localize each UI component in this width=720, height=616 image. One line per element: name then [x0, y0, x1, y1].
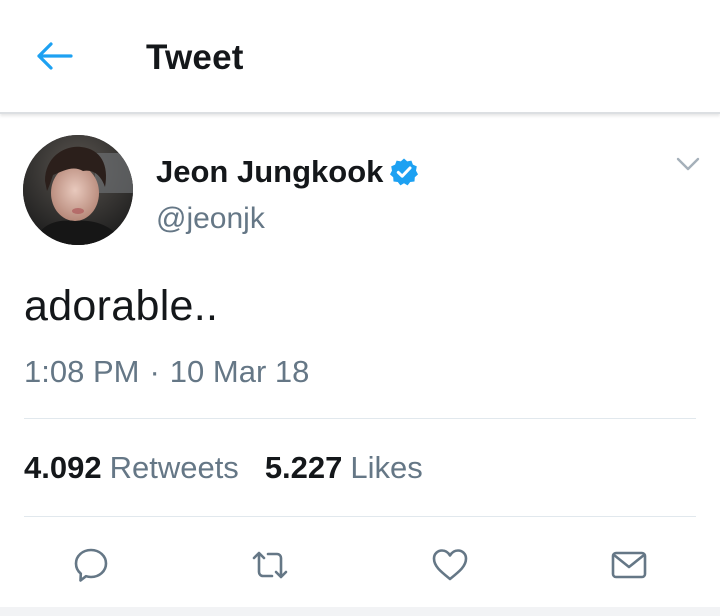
- share-button[interactable]: [609, 545, 649, 585]
- author-name-row[interactable]: Jeon Jungkook: [156, 151, 419, 193]
- tweet-time: 1:08 PM: [24, 354, 140, 389]
- retweets-count: 4.092: [24, 450, 102, 485]
- retweet-button[interactable]: [250, 545, 290, 585]
- like-button[interactable]: [430, 545, 470, 585]
- arrow-left-icon: [37, 42, 73, 70]
- reply-button[interactable]: [71, 545, 111, 585]
- retweet-icon: [252, 551, 288, 579]
- divider: [24, 418, 696, 419]
- tweet-timestamp: 1:08 PM · 10 Mar 18: [24, 352, 309, 392]
- avatar-image: [23, 135, 133, 245]
- verified-badge-icon: [389, 157, 419, 187]
- envelope-icon: [611, 551, 647, 579]
- likes-count: 5.227: [264, 450, 343, 485]
- tweet-stats: 4.092 Retweets 5.227 Likes: [24, 448, 423, 488]
- bottom-separator: [0, 607, 720, 616]
- chevron-down-icon: [676, 157, 700, 171]
- tweet-date: 10 Mar 18: [169, 354, 310, 389]
- meta-separator: ·: [149, 354, 160, 389]
- page-title: Tweet: [146, 38, 244, 77]
- divider: [24, 516, 696, 517]
- author-name: Jeon Jungkook: [156, 154, 384, 189]
- retweets-stat[interactable]: 4.092 Retweets: [24, 448, 239, 488]
- author-handle[interactable]: @jeonjk: [156, 199, 265, 239]
- likes-label: Likes: [350, 450, 423, 485]
- top-app-bar: Tweet: [0, 0, 720, 114]
- tweet-detail-screen: Tweet Jeon Jungkook @jeonjk adorable.. 1…: [0, 0, 720, 616]
- avatar[interactable]: [23, 135, 133, 245]
- reply-icon: [74, 548, 108, 582]
- heart-icon: [432, 549, 468, 581]
- back-button[interactable]: [28, 34, 80, 78]
- likes-stat[interactable]: 5.227 Likes: [265, 448, 423, 488]
- retweets-label: Retweets: [109, 450, 239, 485]
- more-options-button[interactable]: [674, 152, 702, 176]
- tweet-text: adorable..: [24, 282, 219, 330]
